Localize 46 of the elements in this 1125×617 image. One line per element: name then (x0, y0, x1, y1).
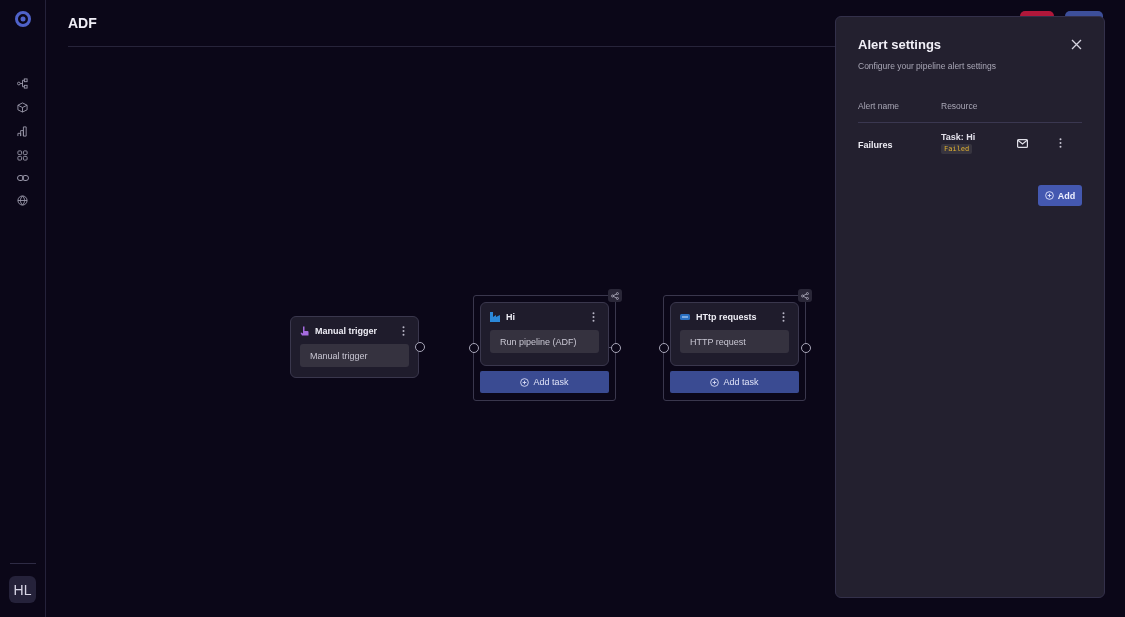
step-item[interactable]: Run pipeline (ADF) (490, 330, 599, 353)
more-options-icon[interactable] (782, 311, 785, 322)
add-task-button[interactable]: Add task (670, 371, 799, 393)
cube-icon[interactable] (17, 102, 28, 113)
share-button[interactable] (798, 289, 812, 302)
nodes-icon[interactable] (17, 78, 28, 89)
bar-chart-icon[interactable] (17, 126, 28, 137)
connector-port[interactable] (469, 343, 479, 353)
panel-title: Alert settings (858, 37, 942, 52)
avatar[interactable]: HL (9, 576, 36, 603)
add-button[interactable]: Add (1038, 185, 1082, 206)
factory-icon (490, 311, 500, 322)
connector-port[interactable] (415, 342, 425, 352)
link-icon[interactable] (16, 174, 29, 182)
panel-subtitle: Configure your pipeline alert settings (858, 61, 997, 71)
logo-icon[interactable] (13, 10, 32, 28)
node-title: Manual trigger (315, 325, 378, 336)
step-item[interactable]: Manual trigger (300, 344, 409, 367)
plus-circle-icon (710, 377, 720, 387)
column-header: Resource (941, 101, 1002, 123)
plus-circle-icon (1044, 191, 1054, 200)
hand-pointer-icon (300, 325, 309, 336)
more-options-icon[interactable] (592, 311, 595, 322)
page-title: ADF (68, 15, 97, 31)
resource-text: Task: Hi (941, 132, 976, 142)
connector-port[interactable] (611, 343, 621, 353)
task-card[interactable]: HTtp requests HTTP request (670, 302, 799, 366)
alert-name: Failures (858, 140, 893, 150)
node-title: HTtp requests (696, 311, 758, 322)
connector-port[interactable] (801, 343, 811, 353)
node-title: Hi (506, 311, 516, 322)
grid-icon[interactable] (17, 150, 28, 161)
connector-port[interactable] (659, 343, 669, 353)
column-header: Alert name (858, 101, 941, 123)
add-task-button[interactable]: Add task (480, 371, 609, 393)
close-icon[interactable] (1071, 39, 1082, 50)
globe-icon[interactable] (17, 195, 28, 206)
share-button[interactable] (608, 289, 622, 302)
plus-circle-icon (520, 377, 530, 387)
http-tag-icon (680, 313, 690, 320)
more-options-icon[interactable] (402, 325, 405, 336)
more-options-icon[interactable] (1058, 138, 1062, 148)
mail-icon[interactable] (1016, 139, 1028, 148)
task-card[interactable]: Hi Run pipeline (ADF) (480, 302, 609, 366)
trigger-card[interactable]: Manual trigger Manual trigger (290, 316, 419, 378)
step-item[interactable]: HTTP request (680, 330, 789, 353)
